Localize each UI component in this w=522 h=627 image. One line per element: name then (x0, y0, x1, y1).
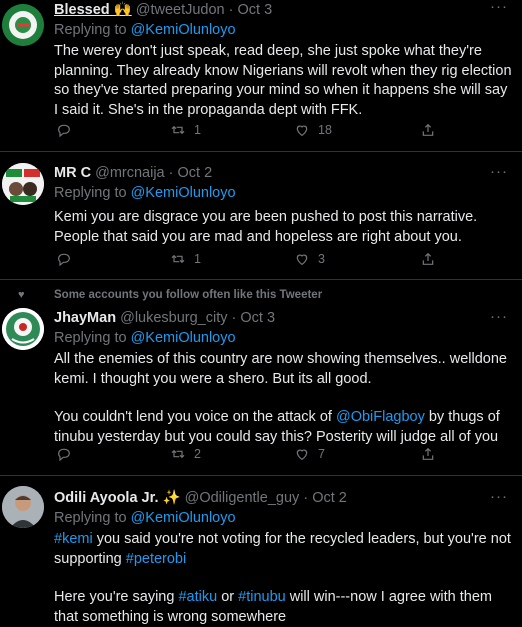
avatar[interactable] (2, 4, 44, 46)
retweet-icon (171, 254, 185, 264)
tweet-date[interactable]: Oct 3 (240, 310, 275, 326)
like-count: 7 (318, 447, 325, 461)
share-button[interactable] (420, 122, 436, 138)
hashtag-link[interactable]: #kemi (54, 531, 93, 547)
share-icon (422, 252, 434, 265)
share-button[interactable] (420, 446, 436, 462)
reply-icon (58, 124, 70, 138)
tweet[interactable]: Odili Ayoola Jr. ✨ @Odiligentle_guy · Oc… (0, 476, 522, 626)
mention-link[interactable]: @KemiOlunloyo (131, 330, 236, 346)
replying-to: Replying to @KemiOlunloyo (54, 330, 236, 346)
retweet-count: 1 (194, 252, 201, 266)
tweet-text: #kemi you said you're not voting for the… (54, 531, 511, 625)
hashtag-link[interactable]: #tinubu (238, 589, 286, 605)
replying-to: Replying to @KemiOlunloyo (54, 185, 236, 201)
handle[interactable]: @mrcnaija (95, 165, 165, 181)
display-name[interactable]: Blessed 🙌 (54, 2, 132, 18)
retweet-icon (171, 125, 185, 135)
tweet-actions: 1 18 (0, 122, 522, 142)
like-button[interactable]: 3 (294, 251, 325, 267)
display-name[interactable]: Odili Ayoola Jr. ✨ (54, 490, 181, 506)
tweet-text: Kemi you are disgrace you are been pushe… (54, 209, 478, 245)
more-icon[interactable]: ··· (490, 0, 508, 15)
tweet-header: Odili Ayoola Jr. ✨ @Odiligentle_guy · Oc… (54, 490, 347, 506)
mention-link[interactable]: @KemiOlunloyo (131, 510, 236, 526)
display-name[interactable]: MR C (54, 165, 91, 181)
mention-link[interactable]: @KemiOlunloyo (131, 185, 236, 201)
reply-icon (58, 448, 70, 462)
tweet-date[interactable]: Oct 3 (238, 2, 273, 18)
tweet-header: Blessed 🙌 @tweetJudon · Oct 3 (54, 2, 273, 18)
like-button[interactable]: 7 (294, 446, 325, 462)
tweet-actions: 1 3 (0, 251, 522, 271)
reply-button[interactable] (56, 122, 72, 138)
heart-icon: ♥ (18, 289, 25, 301)
hashtag-link[interactable]: #peterobi (126, 551, 186, 567)
handle[interactable]: @tweetJudon (136, 2, 225, 18)
retweet-button[interactable]: 1 (170, 122, 201, 138)
replying-to: Replying to @KemiOlunloyo (54, 22, 236, 38)
heart-icon (296, 449, 308, 461)
avatar[interactable] (2, 486, 44, 528)
reply-button[interactable] (56, 251, 72, 267)
like-count: 18 (318, 123, 332, 137)
tweet-text: The werey don't just speak, read deep, s… (54, 43, 512, 118)
more-icon[interactable]: ··· (490, 488, 508, 505)
share-button[interactable] (420, 251, 436, 267)
mention-link[interactable]: @ObiFlagboy (336, 409, 425, 425)
hashtag-link[interactable]: #atiku (178, 589, 217, 605)
retweet-count: 2 (194, 447, 201, 461)
tweet-text: All the enemies of this country are now … (54, 351, 507, 445)
handle[interactable]: @Odiligentle_guy (185, 490, 300, 506)
replying-to: Replying to @KemiOlunloyo (54, 510, 236, 526)
share-icon (422, 447, 434, 460)
tweet[interactable]: ♥ Some accounts you follow often like th… (0, 280, 522, 476)
reply-button[interactable] (56, 446, 72, 462)
tweet[interactable]: Blessed 🙌 @tweetJudon · Oct 3 Replying t… (0, 0, 522, 152)
avatar[interactable] (2, 163, 44, 205)
like-count: 3 (318, 252, 325, 266)
tweet-date[interactable]: Oct 2 (312, 490, 347, 506)
display-name[interactable]: JhayMan (54, 310, 116, 326)
retweet-button[interactable]: 1 (170, 251, 201, 267)
tweet-header: MR C @mrcnaija · Oct 2 (54, 165, 213, 181)
handle[interactable]: @lukesburg_city (120, 310, 227, 326)
tweet-actions: 2 7 (0, 446, 522, 466)
share-icon (422, 123, 434, 136)
tweet-header: JhayMan @lukesburg_city · Oct 3 (54, 310, 276, 326)
heart-icon (296, 125, 308, 137)
mention-link[interactable]: @KemiOlunloyo (131, 22, 236, 38)
reply-icon (58, 253, 70, 267)
tweet[interactable]: MR C @mrcnaija · Oct 2 Replying to @Kemi… (0, 151, 522, 280)
tweet-date[interactable]: Oct 2 (178, 165, 213, 181)
more-icon[interactable]: ··· (490, 163, 508, 180)
social-context: ♥ Some accounts you follow often like th… (18, 289, 323, 301)
avatar[interactable] (2, 308, 44, 350)
retweet-icon (171, 449, 185, 459)
like-button[interactable]: 18 (294, 122, 332, 138)
retweet-button[interactable]: 2 (170, 446, 201, 462)
retweet-count: 1 (194, 123, 201, 137)
more-icon[interactable]: ··· (490, 308, 508, 325)
heart-icon (296, 254, 308, 266)
